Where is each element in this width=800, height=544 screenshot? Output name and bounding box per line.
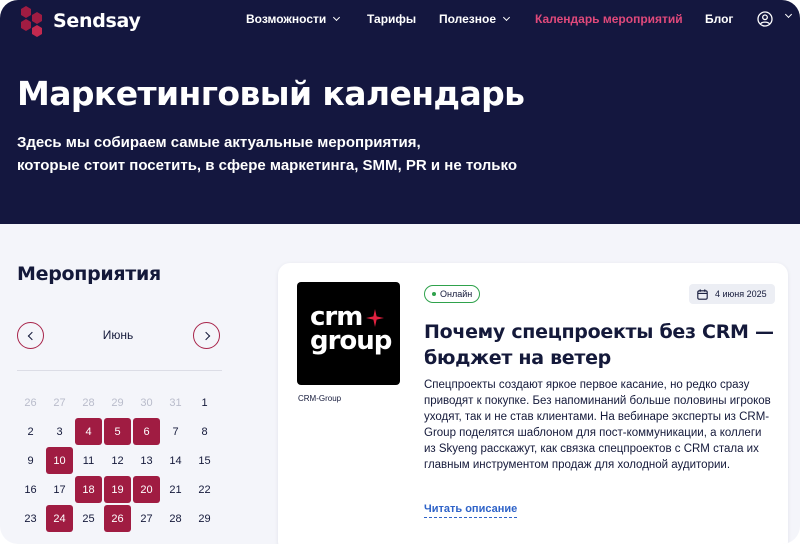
calendar-day: 28: [82, 396, 95, 409]
calendar-day: 13: [140, 454, 153, 467]
hero-section: Sendsay Возможности Тарифы Полезное Кале…: [0, 0, 800, 224]
calendar-day: 29: [111, 396, 124, 409]
nav-item-label: Тарифы: [367, 12, 417, 26]
nav-item-blog[interactable]: Блог: [705, 12, 733, 26]
calendar-icon: [697, 288, 708, 300]
calendar-divider: [17, 370, 222, 371]
logo-wordmark: group: [310, 326, 392, 356]
calendar-day: 31: [169, 396, 182, 409]
calendar-day: 29: [198, 512, 211, 525]
event-description: Спецпроекты создают яркое первое касание…: [424, 379, 771, 471]
events-heading: Мероприятия: [17, 263, 161, 285]
calendar-day: 7: [172, 425, 179, 438]
sendsay-logo-icon: [21, 6, 42, 37]
event-date: 4 июня 2025: [715, 289, 767, 299]
calendar-prev-button[interactable]: [17, 322, 44, 349]
nav-item-label: Блог: [705, 12, 734, 26]
calendar-day: 25: [82, 512, 95, 525]
calendar-day: 23: [24, 512, 37, 525]
calendar-day-event[interactable]: 26: [104, 505, 131, 532]
chevron-down-icon: [502, 13, 511, 22]
calendar-day-event[interactable]: 19: [104, 476, 131, 503]
chevron-right-icon: [201, 331, 210, 340]
nav-item-useful[interactable]: Полезное: [439, 12, 511, 26]
calendar-day: 21: [169, 483, 182, 496]
nav-item-label: Полезное: [439, 12, 497, 26]
calendar-day: 16: [24, 483, 37, 496]
event-format-label: Онлайн: [440, 289, 473, 299]
event-format-badge: Онлайн: [424, 285, 481, 303]
calendar-day-event[interactable]: 24: [46, 505, 73, 532]
chevron-down-icon: [784, 10, 793, 19]
calendar-day: 8: [201, 425, 208, 438]
calendar-day: 26: [24, 396, 37, 409]
page-title: Маркетинговый календарь: [17, 74, 525, 113]
calendar-day: 12: [111, 454, 124, 467]
calendar-day: 1: [201, 396, 208, 409]
user-icon: [757, 11, 773, 27]
subtitle-line: которые стоит посетить, в сфере маркетин…: [17, 157, 517, 174]
nav-item-pricing[interactable]: Тарифы: [367, 12, 416, 26]
event-organizer: CRM-Group: [298, 394, 342, 403]
calendar-day-event[interactable]: 10: [46, 447, 73, 474]
calendar-day: 22: [198, 483, 211, 496]
event-date-badge: 4 июня 2025: [689, 284, 775, 304]
calendar-day: 3: [56, 425, 63, 438]
calendar-day: 15: [198, 454, 211, 467]
calendar-day: 17: [53, 483, 66, 496]
event-card: crm group CRM-Group Онлайн 4 июня 2025 П…: [278, 263, 788, 544]
page: Sendsay Возможности Тарифы Полезное Кале…: [0, 0, 800, 544]
calendar-month: Июнь: [102, 328, 134, 342]
calendar-day-event[interactable]: 6: [133, 418, 160, 445]
chevron-down-icon: [333, 13, 341, 22]
chevron-left-icon: [27, 331, 36, 340]
nav-item-features[interactable]: Возможности: [246, 12, 341, 26]
calendar-day: 2: [27, 425, 34, 438]
calendar-day-event[interactable]: 20: [133, 476, 160, 503]
subtitle-line: Здесь мы собираем самые актуальные мероп…: [17, 134, 421, 151]
top-nav: Sendsay Возможности Тарифы Полезное Кале…: [0, 0, 800, 40]
calendar-day: 14: [169, 454, 182, 467]
status-dot-icon: [432, 292, 436, 296]
nav-item-events-calendar[interactable]: Календарь мероприятий: [535, 12, 683, 26]
calendar-day: 27: [140, 512, 153, 525]
calendar-day: 30: [140, 396, 153, 409]
calendar-day-event[interactable]: 18: [75, 476, 102, 503]
calendar-next-button[interactable]: [193, 322, 220, 349]
page-subtitle: Здесь мы собираем самые актуальные мероп…: [17, 131, 557, 177]
calendar-day-event[interactable]: 4: [75, 418, 102, 445]
calendar-day: 9: [27, 454, 34, 467]
event-title[interactable]: Почему спецпроекты без CRM — бюджет на в…: [424, 319, 774, 371]
calendar-day-event[interactable]: 5: [104, 418, 131, 445]
calendar-day: 11: [82, 454, 95, 467]
calendar-day: 28: [169, 512, 182, 525]
logo-link[interactable]: Sendsay: [16, 4, 141, 38]
calendar-day: 27: [53, 396, 66, 409]
event-organizer-logo: crm group: [297, 282, 400, 385]
logo-text: Sendsay: [53, 10, 141, 32]
nav-item-label: Календарь мероприятий: [535, 12, 683, 26]
nav-item-label: Возможности: [246, 12, 327, 26]
read-description-link[interactable]: Читать описание: [424, 503, 518, 518]
sparkle-icon: [366, 309, 384, 327]
